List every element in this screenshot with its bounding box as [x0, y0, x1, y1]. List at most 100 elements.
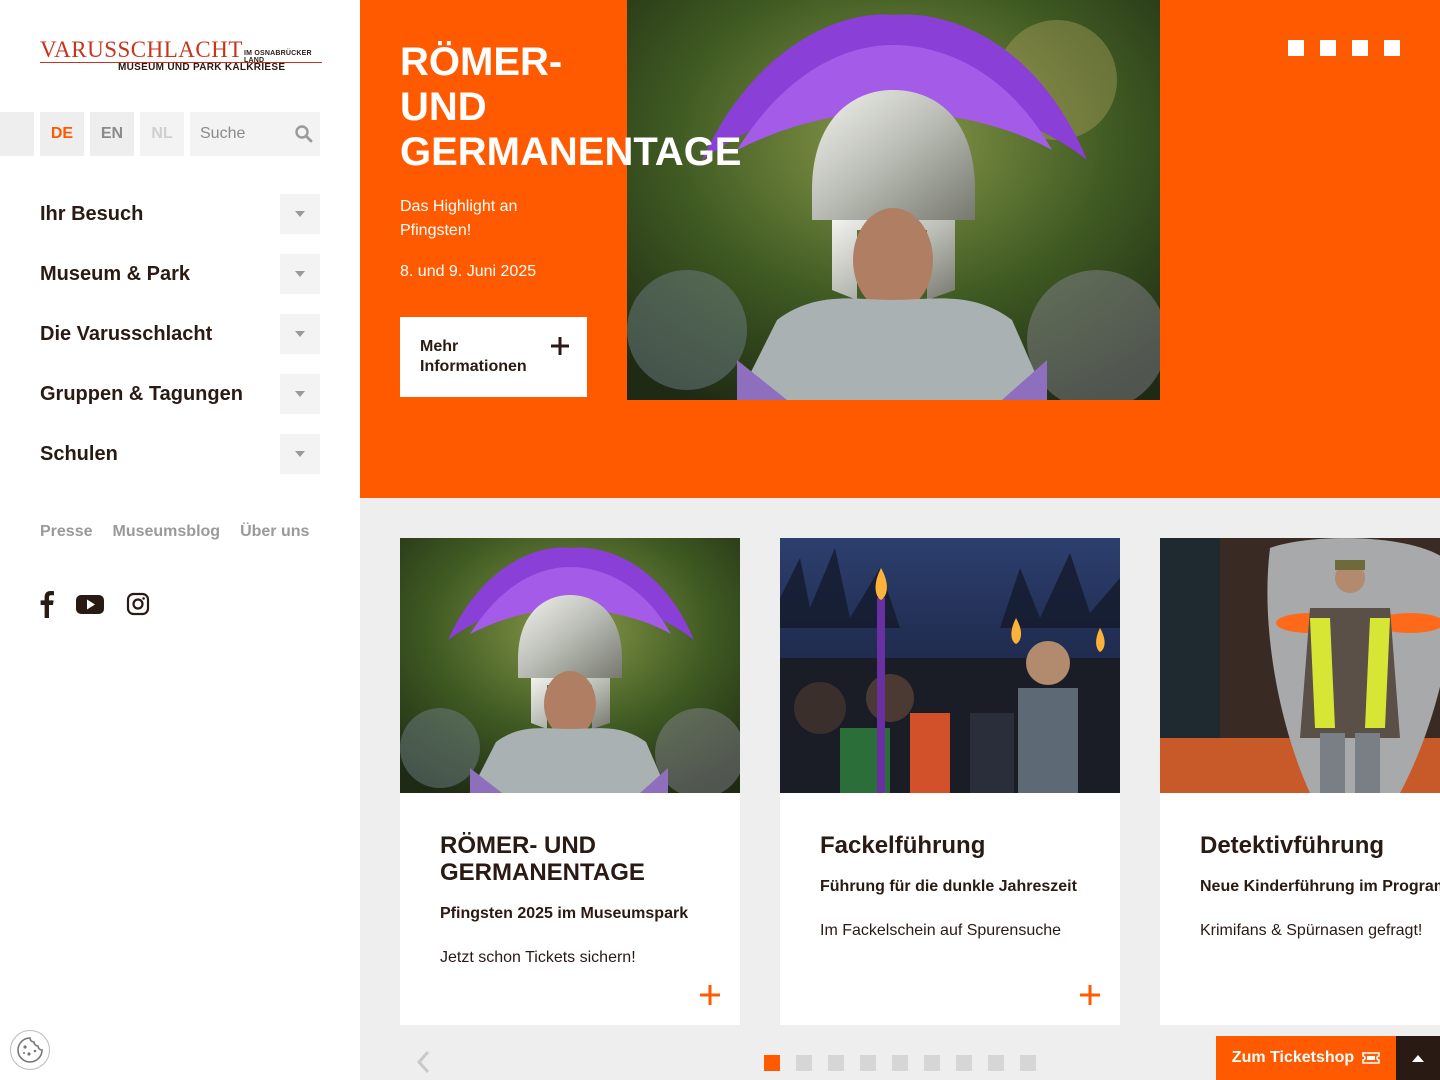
caret-down-icon	[295, 451, 305, 457]
teaser-card[interactable]: RÖMER- UND GERMANENTAGE Pfingsten 2025 i…	[400, 538, 740, 1025]
facebook-link[interactable]	[40, 590, 54, 618]
nav-item-die-varusschlacht[interactable]: Die Varusschlacht	[40, 314, 320, 354]
ticketshop-button[interactable]: Zum Ticketshop	[1216, 1036, 1396, 1080]
language-bar-edge	[0, 112, 34, 156]
chevron-left-icon[interactable]	[416, 1050, 430, 1074]
hero-image-roman-soldier	[627, 0, 1160, 400]
main-content: RÖMER- UND GERMANENTAGE Das Highlight an…	[360, 0, 1440, 1080]
caret-down-icon	[295, 211, 305, 217]
carousel-dot[interactable]	[764, 1055, 780, 1071]
plus-icon	[551, 337, 569, 355]
more-info-label: Mehr Informationen	[420, 338, 527, 375]
language-nl-button[interactable]: NL	[140, 112, 184, 156]
nav-item-gruppen-tagungen[interactable]: Gruppen & Tagungen	[40, 374, 320, 414]
hero-slide-indicators	[1288, 40, 1400, 56]
hero-title-line: UND	[400, 85, 487, 129]
plus-icon	[700, 985, 720, 1005]
carousel-dot[interactable]	[828, 1055, 844, 1071]
hero-title-line: GERMANENTAGE	[400, 130, 742, 174]
card-subtitle: Führung für die dunkle Jahreszeit	[820, 878, 1077, 895]
card-body: Fackelführung Führung für die dunkle Jah…	[820, 832, 1110, 941]
link-museumsblog[interactable]: Museumsblog	[113, 523, 221, 541]
carousel-dot[interactable]	[924, 1055, 940, 1071]
link-presse[interactable]: Presse	[40, 523, 93, 541]
carousel-indicators	[764, 1055, 1036, 1071]
nav-item-label: Die Varusschlacht	[40, 322, 213, 345]
hero-title-line: RÖMER-	[400, 40, 563, 84]
carousel-dot[interactable]	[956, 1055, 972, 1071]
card-title-text: RÖMER- UND GERMANENTAGE	[440, 832, 645, 886]
youtube-icon	[76, 595, 104, 614]
nav-expand-toggle[interactable]	[280, 434, 320, 474]
caret-down-icon	[295, 331, 305, 337]
caret-down-icon	[295, 271, 305, 277]
hero-image	[627, 0, 1160, 400]
cookie-settings-button[interactable]	[10, 1030, 50, 1070]
carousel-dot[interactable]	[796, 1055, 812, 1071]
youtube-link[interactable]	[76, 590, 104, 618]
carousel-dot[interactable]	[860, 1055, 876, 1071]
card-body: RÖMER- UND GERMANENTAGE Pfingsten 2025 i…	[440, 832, 730, 968]
caret-up-icon	[1412, 1055, 1424, 1062]
hero-title: RÖMER- UND GERMANENTAGE	[400, 40, 741, 175]
nav-item-label: Museum & Park	[40, 262, 191, 285]
scroll-to-top-button[interactable]	[1396, 1036, 1440, 1080]
carousel-dot[interactable]	[892, 1055, 908, 1071]
search-box	[190, 112, 320, 156]
logo-subtitle: MUSEUM UND PARK KALKRIESE	[118, 62, 286, 73]
card-image-torch-tour	[780, 538, 1120, 793]
card-title: Fackelführung	[820, 832, 986, 859]
card-subtitle: Neue Kinderführung im Programm	[1200, 878, 1440, 895]
nav-item-ihr-besuch[interactable]: Ihr Besuch	[40, 194, 320, 234]
cookie-icon	[17, 1037, 43, 1063]
nav-expand-toggle[interactable]	[280, 314, 320, 354]
card-title: RÖMER- UND GERMANENTAGE	[440, 832, 730, 886]
card-image-roman-soldier	[400, 538, 740, 793]
ticket-icon	[1362, 1052, 1380, 1064]
main-navigation: Ihr Besuch Museum & Park Die Varusschlac…	[40, 194, 320, 494]
language-en-button[interactable]: EN	[90, 112, 134, 156]
social-links	[40, 590, 150, 618]
nav-expand-toggle[interactable]	[280, 374, 320, 414]
hero-slide-dot[interactable]	[1352, 40, 1368, 56]
caret-down-icon	[295, 391, 305, 397]
nav-item-label: Schulen	[40, 442, 118, 465]
teaser-card[interactable]: Detektivführung Neue Kinderführung im Pr…	[1160, 538, 1440, 1025]
card-image	[400, 538, 740, 793]
ticketshop-label: Zum Ticketshop	[1231, 1049, 1355, 1066]
card-image	[780, 538, 1120, 793]
nav-item-museum-park[interactable]: Museum & Park	[40, 254, 320, 294]
card-description: Jetzt schon Tickets sichern!	[440, 949, 636, 966]
hero-slide-dot[interactable]	[1320, 40, 1336, 56]
nav-item-label: Gruppen & Tagungen	[40, 382, 243, 405]
nav-expand-toggle[interactable]	[280, 254, 320, 294]
nav-expand-toggle[interactable]	[280, 194, 320, 234]
meta-links: Presse Museumsblog Über uns	[40, 523, 309, 541]
teaser-card[interactable]: Fackelführung Führung für die dunkle Jah…	[780, 538, 1120, 1025]
search-input[interactable]	[190, 112, 290, 156]
language-de-button[interactable]: DE	[40, 112, 84, 156]
more-info-button[interactable]: Mehr Informationen	[400, 317, 587, 397]
card-body: Detektivführung Neue Kinderführung im Pr…	[1200, 832, 1440, 941]
card-subtitle: Pfingsten 2025 im Museumspark	[440, 905, 689, 922]
carousel-dot[interactable]	[988, 1055, 1004, 1071]
language-and-search-bar: DE EN NL	[0, 112, 320, 156]
hero-description: Das Highlight an Pfingsten!	[400, 198, 518, 239]
instagram-icon	[126, 592, 150, 616]
link-ueber-uns[interactable]: Über uns	[240, 523, 309, 541]
carousel-dot[interactable]	[1020, 1055, 1036, 1071]
logo-wordmark: VARUSSCHLACHT	[40, 37, 243, 62]
nav-item-schulen[interactable]: Schulen	[40, 434, 320, 474]
card-image	[1160, 538, 1440, 793]
hero-slide-dot[interactable]	[1384, 40, 1400, 56]
sidebar: VARUSSCHLACHT IM OSNABRÜCKER LAND MUSEUM…	[0, 0, 360, 1080]
card-title: Detektivführung	[1200, 832, 1385, 859]
hero-slide-dot[interactable]	[1288, 40, 1304, 56]
facebook-icon	[40, 591, 54, 618]
nav-item-label: Ihr Besuch	[40, 202, 144, 225]
site-logo[interactable]: VARUSSCHLACHT IM OSNABRÜCKER LAND MUSEUM…	[40, 38, 322, 78]
card-description: Im Fackelschein auf Spurensuche	[820, 922, 1062, 939]
instagram-link[interactable]	[126, 590, 150, 618]
search-icon[interactable]	[294, 124, 314, 144]
card-description: Krimifans & Spürnasen gefragt!	[1200, 922, 1423, 939]
